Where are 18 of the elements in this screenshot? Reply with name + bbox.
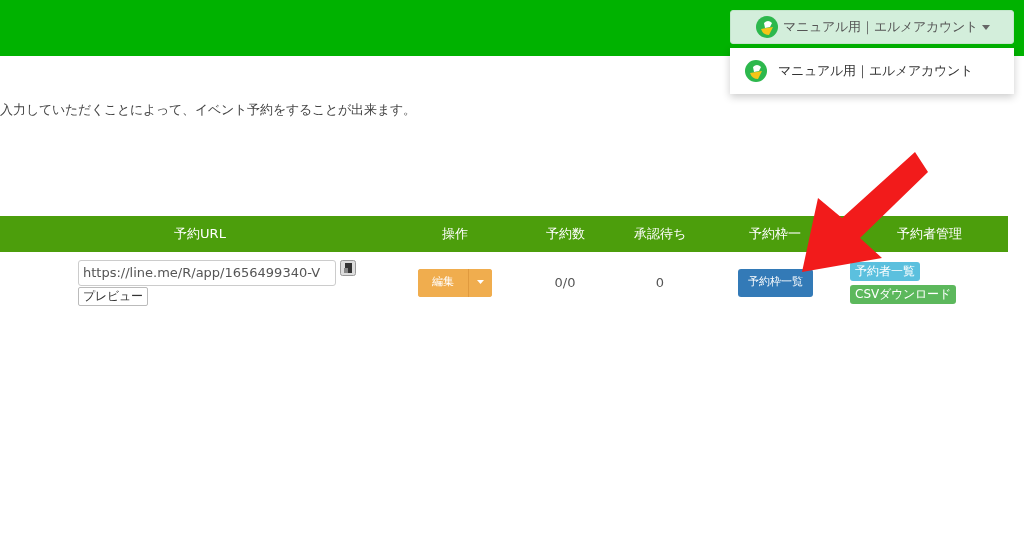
description-text: 入力していただくことによって、イベント予約をすることが出来ます。 bbox=[0, 101, 417, 119]
reservation-count: 0/0 bbox=[510, 251, 620, 314]
menu-item[interactable]: マニュアル用｜エルメアカウント bbox=[778, 61, 973, 81]
dropdown-toggle-button[interactable] bbox=[468, 268, 492, 297]
clipboard-icon[interactable] bbox=[340, 259, 356, 276]
caret-icon bbox=[981, 24, 990, 30]
column-header: 操作 bbox=[400, 215, 510, 252]
logo-icon bbox=[754, 15, 779, 39]
pending-count: 0 bbox=[620, 251, 700, 314]
preview-button[interactable]: プレビュー bbox=[78, 286, 148, 306]
column-header: 承認待ち bbox=[620, 215, 700, 252]
column-header: 予約数 bbox=[510, 215, 620, 252]
account-dropdown-button[interactable]: マニュアル用｜エルメアカウント bbox=[730, 10, 1014, 44]
url-field[interactable]: https://line.me/R/app/1656499340-V bbox=[78, 259, 336, 286]
column-header: 予約URL bbox=[0, 215, 400, 252]
slot-list-button[interactable]: 予約枠一覧 bbox=[737, 268, 813, 297]
logo-icon bbox=[744, 59, 768, 83]
caret-icon bbox=[477, 280, 484, 285]
